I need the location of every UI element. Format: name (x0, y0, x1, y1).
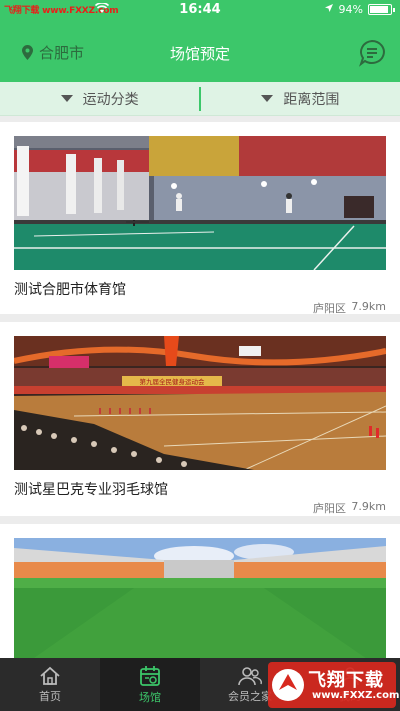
battery-icon (368, 4, 395, 15)
page-title: 场馆预定 (169, 45, 230, 63)
calendar-icon (140, 665, 160, 686)
venue-photo (14, 538, 386, 658)
venue-banner-text: 第九届全民健身运动会 (140, 377, 206, 386)
venue-card[interactable]: 第九届全民健身运动会 测试星巴克专业羽毛球馆 庐阳区 7.9km (0, 322, 400, 516)
tab-home[interactable]: 首页 (0, 658, 100, 711)
venue-list[interactable]: 测试合肥市体育馆 庐阳区 7.9km 第九届全民健身运动会 测试星巴克专业羽毛球… (0, 116, 400, 658)
venue-district: 庐阳区 (313, 502, 346, 515)
caret-down-icon (60, 95, 73, 102)
watermark-logo: 飞翔下载 www.FXXZ.com (268, 662, 400, 708)
watermark-text: 飞翔下载 (308, 670, 384, 691)
venue-photo: 第九届全民健身运动会 (14, 336, 386, 470)
status-bar: 飞翔下载 www.FXXZ.com 16:44 94% (0, 0, 400, 20)
caret-down-icon (261, 95, 274, 102)
nav-header: 合肥市 场馆预定 (0, 20, 400, 82)
members-icon (238, 666, 262, 685)
watermark-url: www.FXXZ.com (312, 690, 400, 701)
venue-name: 测试星巴克专业羽毛球馆 (14, 482, 168, 498)
tab-venues[interactable]: 场馆 (100, 658, 200, 711)
tab-venues-label: 场馆 (139, 690, 161, 704)
location-arrow-icon (324, 3, 334, 16)
battery-percent: 94% (338, 3, 363, 16)
venue-card[interactable]: 测试合肥市体育馆 庐阳区 7.9km (0, 122, 400, 315)
distance-filter-label: 距离范围 (283, 91, 340, 108)
tab-members-label: 会员之家 (228, 689, 272, 703)
distance-filter[interactable]: 距离范围 (201, 82, 400, 115)
venue-name: 测试合肥市体育馆 (14, 282, 126, 298)
venue-distance: 7.9km (351, 300, 386, 313)
venue-photo (14, 136, 386, 270)
home-icon (40, 666, 60, 685)
message-icon[interactable] (358, 39, 386, 67)
category-filter[interactable]: 运动分类 (0, 82, 199, 115)
filter-bar: 运动分类 距离范围 (0, 82, 400, 116)
venue-district: 庐阳区 (313, 302, 346, 315)
category-filter-label: 运动分类 (82, 91, 139, 108)
tab-home-label: 首页 (39, 689, 61, 703)
venue-distance: 7.9km (351, 500, 386, 513)
venue-card[interactable] (0, 524, 400, 658)
